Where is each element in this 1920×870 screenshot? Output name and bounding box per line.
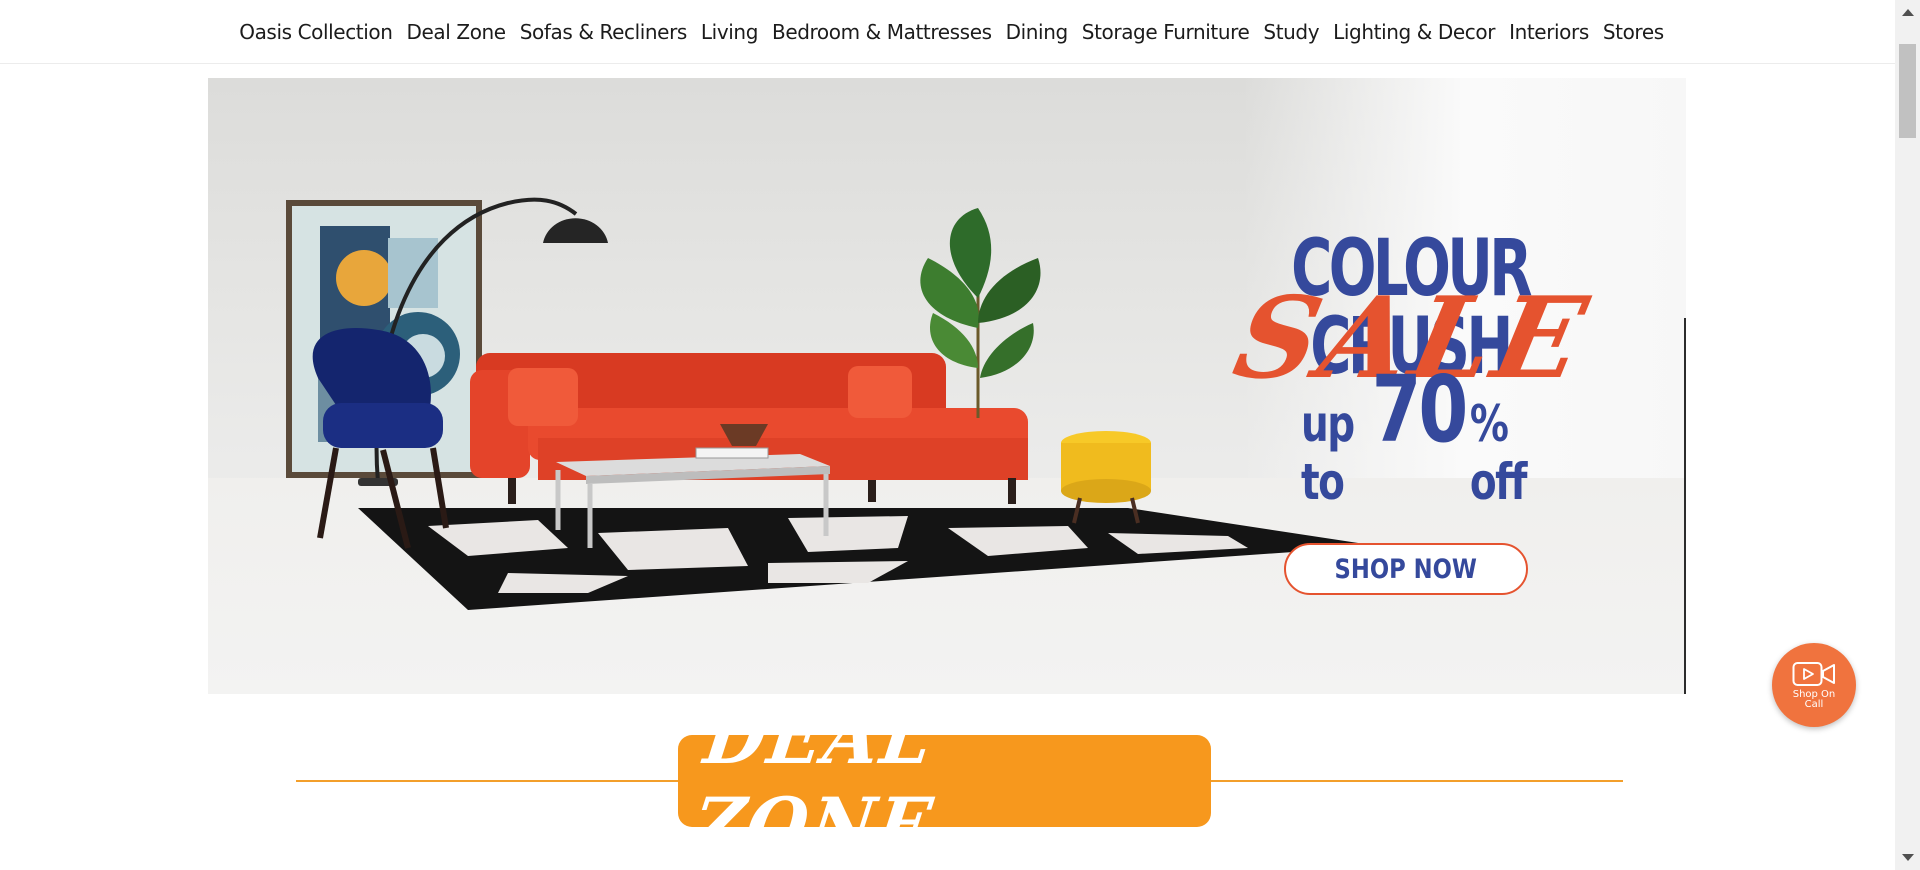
vertical-scrollbar[interactable]: [1895, 0, 1920, 870]
nav-menu: Oasis Collection Deal Zone Sofas & Recli…: [239, 20, 1664, 44]
scrollbar-thumb[interactable]: [1899, 44, 1916, 138]
nav-item-dining[interactable]: Dining: [1006, 20, 1069, 44]
shop-on-call-label: Shop On Call: [1792, 688, 1836, 710]
nav-item-sofas-recliners[interactable]: Sofas & Recliners: [520, 20, 688, 44]
nav-item-stores[interactable]: Stores: [1603, 20, 1664, 44]
nav-item-deal-zone[interactable]: Deal Zone: [407, 20, 507, 44]
scroll-up-arrow-icon[interactable]: [1902, 9, 1914, 16]
shop-now-button[interactable]: SHOP NOW: [1284, 543, 1528, 595]
video-camera-icon: [1792, 661, 1835, 686]
deal-zone-divider-left: [296, 780, 678, 782]
deal-zone-heading: DEAL ZONE: [678, 692, 1211, 870]
nav-item-interiors[interactable]: Interiors: [1509, 20, 1589, 44]
offer-prefix: up to: [1301, 395, 1355, 511]
patterned-rug: [358, 508, 1378, 610]
main-navigation: Oasis Collection Deal Zone Sofas & Recli…: [0, 0, 1895, 64]
shop-now-label: SHOP NOW: [1334, 553, 1478, 585]
nav-item-lighting-decor[interactable]: Lighting & Decor: [1333, 20, 1495, 44]
shop-on-call-button[interactable]: Shop On Call: [1772, 643, 1856, 727]
deal-zone-divider-right: [1211, 780, 1623, 782]
hero-banner[interactable]: COLOUR CRUSH SALE up to 70 % off SHOP NO…: [208, 78, 1686, 694]
hero-edge-line: [1684, 318, 1686, 694]
offer-suffix: % off: [1469, 395, 1528, 511]
offer-value: 70: [1371, 356, 1469, 463]
nav-item-oasis-collection[interactable]: Oasis Collection: [239, 20, 393, 44]
scroll-down-arrow-icon[interactable]: [1902, 854, 1914, 861]
deal-zone-title: DEAL ZONE: [686, 692, 941, 870]
nav-item-study[interactable]: Study: [1263, 20, 1319, 44]
nav-item-bedroom-mattresses[interactable]: Bedroom & Mattresses: [772, 20, 992, 44]
nav-item-living[interactable]: Living: [701, 20, 758, 44]
nav-item-storage-furniture[interactable]: Storage Furniture: [1082, 20, 1250, 44]
offer-line: up to 70 % off: [1301, 356, 1535, 512]
